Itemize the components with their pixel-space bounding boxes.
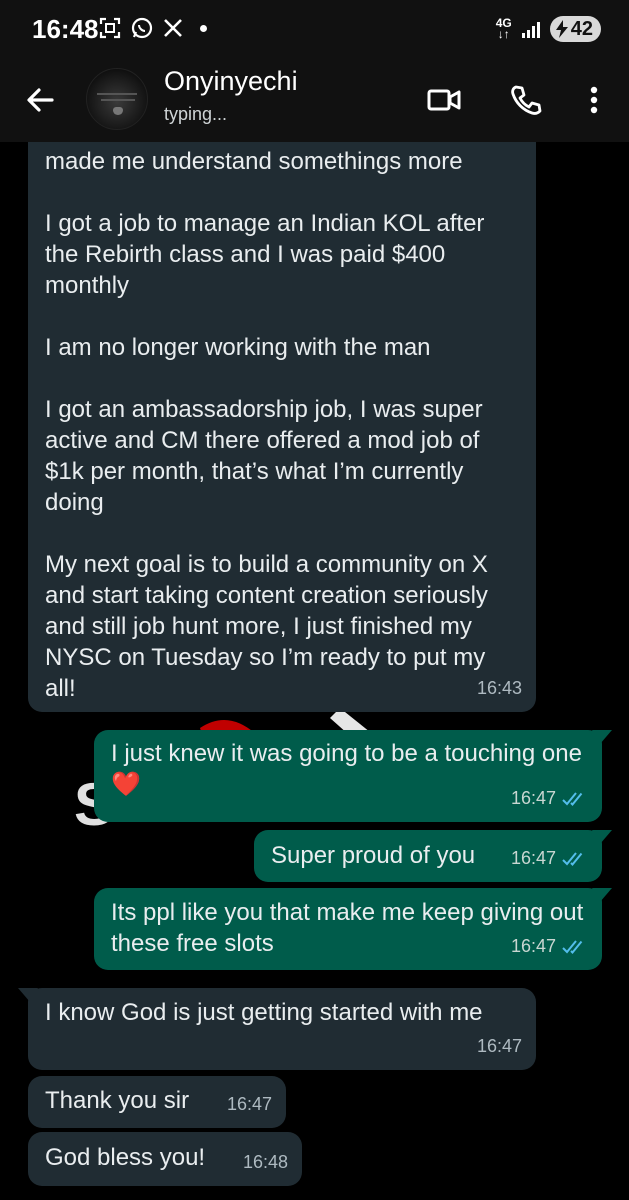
outgoing-message[interactable]: Super proud of you 16:47	[254, 830, 612, 882]
system-indicators: 4G ↓↑ 42	[496, 16, 601, 42]
bubble-tail	[592, 830, 612, 844]
bubble-tail	[18, 988, 38, 1002]
chat-area[interactable]: S made me understand somethings more I g…	[0, 142, 629, 1200]
typing-status: typing...	[164, 104, 228, 124]
screenshot-icon	[99, 17, 121, 39]
message-time: 16:47	[476, 1036, 522, 1056]
network-type: 4G ↓↑	[495, 16, 512, 41]
incoming-message[interactable]: I know God is just getting started with …	[18, 988, 536, 1070]
message-meta: 16:43	[477, 673, 522, 704]
status-time: 16:48	[32, 14, 99, 44]
read-receipt-icon	[562, 851, 583, 866]
x-app-icon	[164, 19, 182, 37]
charging-bolt-icon	[555, 20, 568, 38]
status-bar: 16:48 4G ↓↑ 42	[0, 0, 629, 60]
message-meta: 16:47	[511, 843, 588, 874]
message-meta: 16:48	[243, 1147, 288, 1178]
outgoing-message[interactable]: Its ppl like you that make me keep givin…	[94, 888, 612, 970]
voice-call-icon[interactable]	[506, 80, 546, 120]
message-time: 16:43	[476, 678, 522, 698]
more-options-icon[interactable]	[574, 80, 614, 120]
message-time: 16:47	[226, 1094, 272, 1114]
contact-avatar[interactable]	[86, 68, 148, 130]
back-arrow-icon[interactable]	[22, 82, 58, 118]
contact-name[interactable]: Onyinyechi	[164, 66, 298, 97]
incoming-message[interactable]: Thank you sir 16:47	[28, 1076, 286, 1128]
bubble-tail	[592, 730, 612, 744]
incoming-message[interactable]: made me understand somethings more I got…	[28, 142, 536, 712]
bubble-tail	[592, 888, 612, 902]
message-meta: 16:47	[511, 931, 588, 962]
message-meta: 16:47	[477, 1031, 522, 1062]
battery-level: 42	[570, 17, 593, 40]
message-text: I know God is just getting started with …	[45, 999, 483, 1026]
more-notifications-dot	[200, 24, 207, 32]
outgoing-message[interactable]: I just knew it was going to be a touchin…	[94, 730, 612, 822]
chat-header: Onyinyechi typing...	[0, 60, 629, 142]
message-time: 16:47	[510, 848, 556, 868]
message-text: made me understand somethings more I got…	[45, 148, 488, 702]
message-meta: 16:47	[227, 1089, 272, 1120]
message-time: 16:47	[510, 936, 556, 956]
whatsapp-icon	[131, 17, 153, 39]
signal-icon	[521, 20, 540, 38]
battery-indicator: 42	[549, 16, 601, 42]
read-receipt-icon	[562, 791, 583, 806]
message-time: 16:48	[242, 1152, 288, 1172]
message-time: 16:47	[510, 788, 556, 808]
read-receipt-icon	[562, 939, 583, 954]
notification-icons	[98, 16, 207, 40]
message-meta: 16:47	[511, 783, 588, 814]
video-call-icon[interactable]	[424, 80, 464, 120]
incoming-message[interactable]: God bless you! 16:48	[28, 1132, 302, 1186]
